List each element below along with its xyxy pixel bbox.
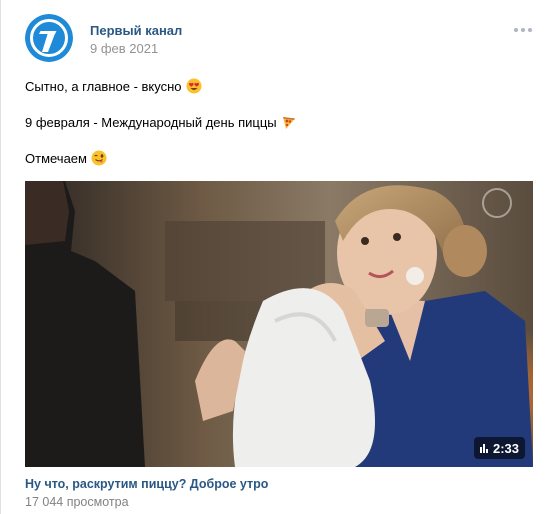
video-duration-badge: 2:33 — [473, 437, 525, 459]
video-thumbnail — [25, 181, 533, 467]
video-duration: 2:33 — [492, 440, 519, 456]
post-text-line: 9 февраля - Международный день пиццы — [25, 114, 525, 132]
winking-tongue-emoji-icon — [91, 150, 107, 166]
video-views: 17 044 просмотра — [25, 495, 129, 509]
channel-one-logo-icon[interactable] — [25, 14, 73, 62]
post-text: Сытно, а главное - вкусно 9 февраля - Ме… — [25, 78, 525, 186]
pizza-emoji-icon — [282, 117, 295, 129]
video-player[interactable]: 2:33 — [25, 181, 533, 467]
heart-eyes-emoji-icon — [186, 78, 202, 94]
wall-post: Первый канал 9 фев 2021 Сытно, а главное… — [0, 0, 554, 514]
more-dots-icon[interactable] — [509, 22, 537, 38]
post-text-line: Сытно, а главное - вкусно — [25, 78, 525, 96]
post-text-line-1: Сытно, а главное - вкусно — [25, 79, 182, 94]
video-title-link[interactable]: Ну что, раскрутим пиццу? Доброе утро — [25, 477, 268, 491]
post-date[interactable]: 9 фев 2021 — [90, 41, 158, 56]
post-text-line: Отмечаем — [25, 150, 525, 168]
post-text-line-3: Отмечаем — [25, 151, 87, 166]
video-bars-icon — [479, 443, 488, 453]
post-text-line-2: 9 февраля - Международный день пиццы — [25, 115, 277, 130]
author-name[interactable]: Первый канал — [90, 23, 182, 38]
